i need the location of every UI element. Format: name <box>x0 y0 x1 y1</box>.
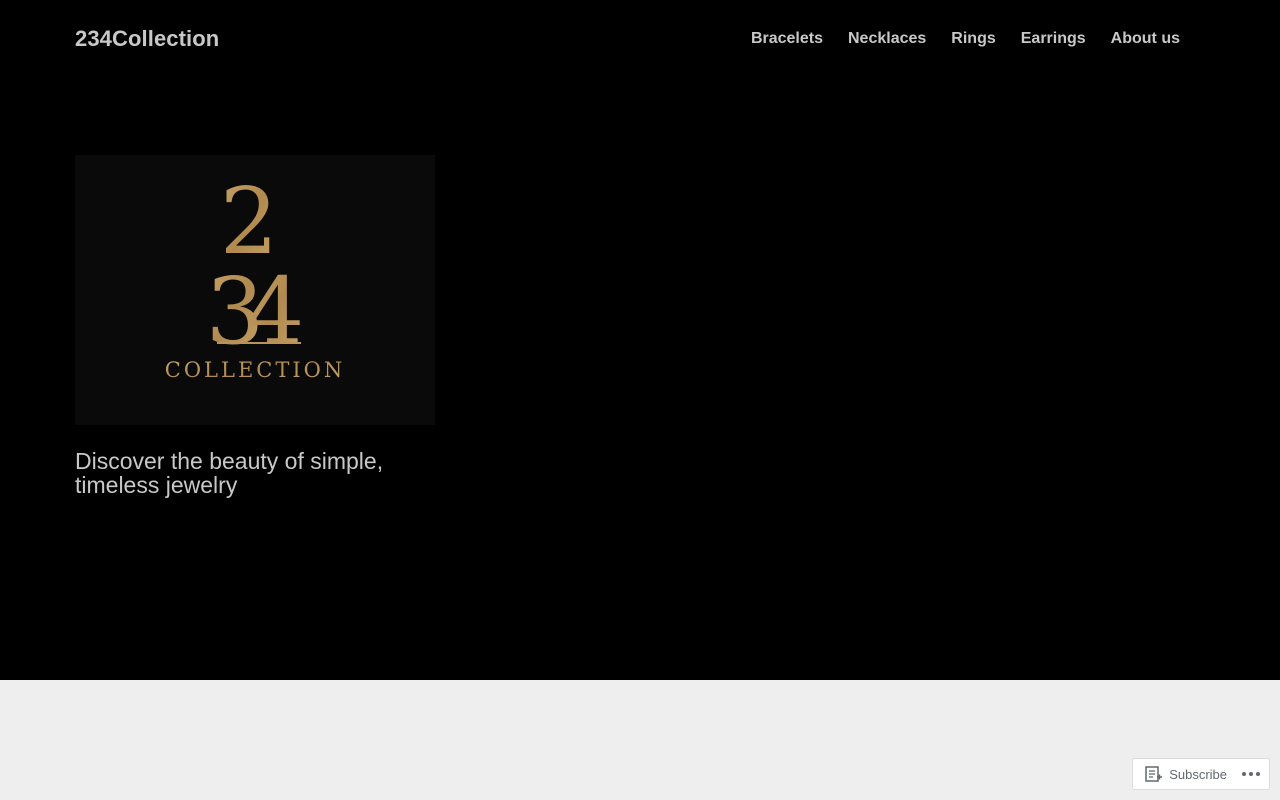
subscribe-bar: Subscribe <box>1132 758 1270 790</box>
subscribe-button[interactable]: Subscribe <box>1145 766 1241 782</box>
ellipsis-icon <box>1242 772 1260 776</box>
main-navigation: Bracelets Necklaces Rings Earrings About… <box>726 30 1180 48</box>
logo-mark: 2 3 4 COLLECTION <box>165 168 345 382</box>
reader-icon <box>1145 766 1163 782</box>
nav-link-necklaces[interactable]: Necklaces <box>848 30 926 48</box>
nav-link-rings[interactable]: Rings <box>951 30 995 48</box>
logo-wordmark: COLLECTION <box>165 358 345 382</box>
subscribe-label: Subscribe <box>1169 766 1227 782</box>
hero-tagline: Discover the beauty of simple, timeless … <box>75 448 384 498</box>
hero-section: 234Collection Bracelets Necklaces Rings … <box>0 0 1280 680</box>
site-title-link[interactable]: 234Collection <box>75 26 219 52</box>
nav-link-about-us[interactable]: About us <box>1111 30 1180 48</box>
brand-logo-image: 2 3 4 COLLECTION <box>75 155 435 425</box>
nav-link-bracelets[interactable]: Bracelets <box>751 30 823 48</box>
more-options-button[interactable] <box>1241 771 1261 777</box>
logo-numeral-4: 4 <box>246 258 305 365</box>
nav-link-earrings[interactable]: Earrings <box>1021 30 1086 48</box>
